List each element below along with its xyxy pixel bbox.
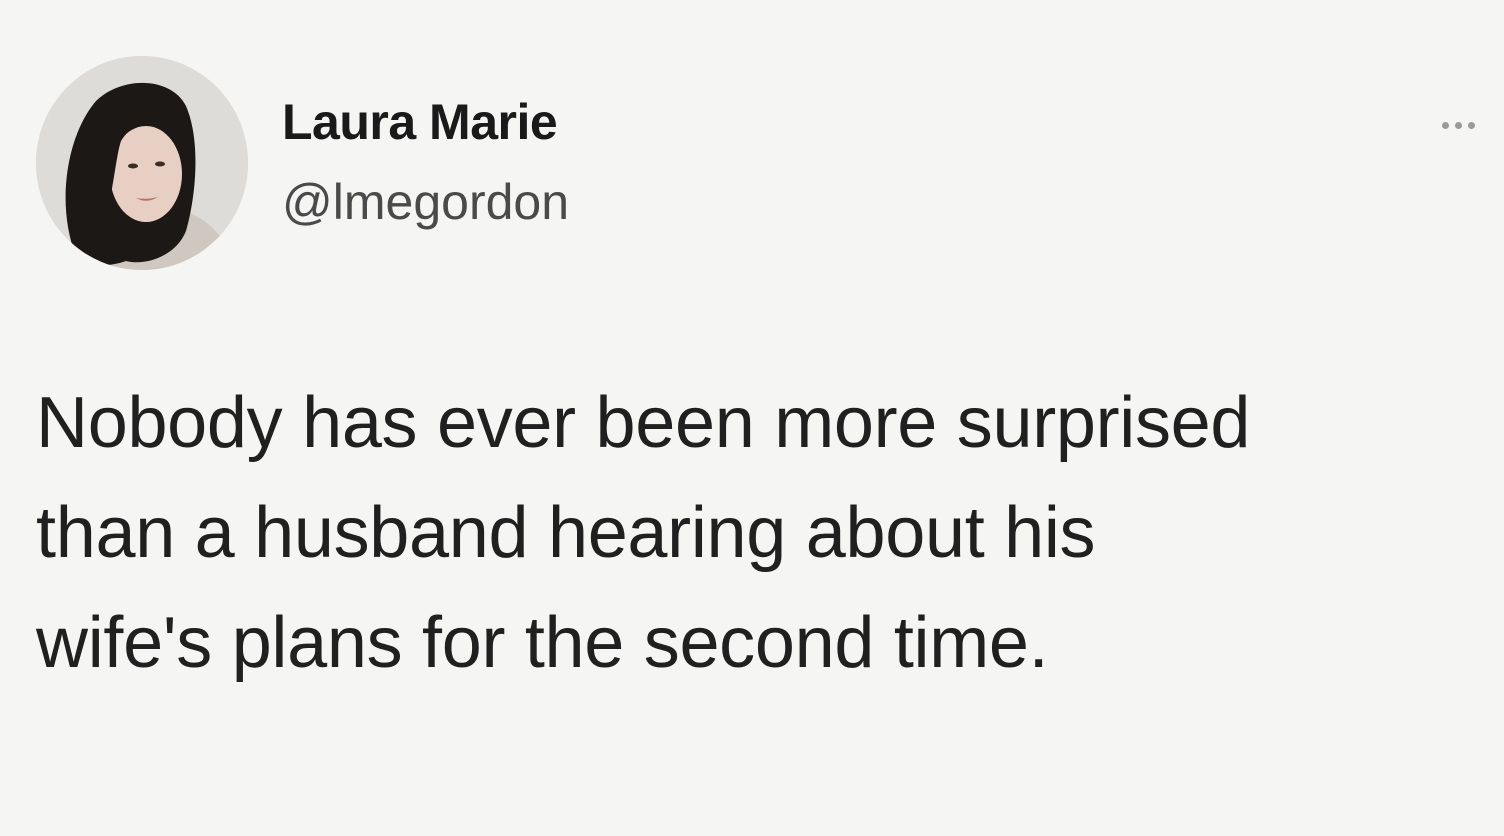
- more-dot: [1441, 121, 1449, 129]
- more-dot: [1467, 121, 1475, 129]
- author-handle[interactable]: @lmegordon: [282, 172, 569, 232]
- tweet-text-line: Nobody has ever been more surprised: [36, 383, 1251, 463]
- author-display-name[interactable]: Laura Marie: [282, 92, 558, 152]
- more-dot: [1454, 121, 1462, 129]
- avatar-image: [36, 56, 248, 270]
- tweet-text-line: than a husband hearing about his: [36, 493, 1096, 573]
- tweet-text-line: wife's plans for the second time.: [36, 603, 1049, 683]
- tweet-card: Laura Marie @lmegordon Nobody has ever b…: [0, 0, 1504, 836]
- tweet-text: Nobody has ever been more surprised than…: [36, 368, 1486, 698]
- more-options-icon[interactable]: [1426, 110, 1490, 140]
- author-avatar[interactable]: [36, 56, 248, 270]
